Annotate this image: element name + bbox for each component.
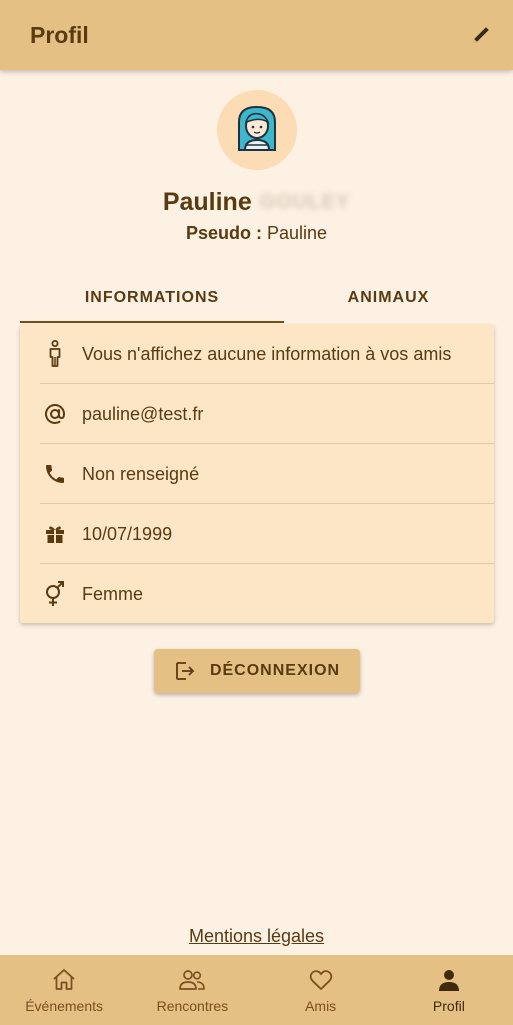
nav-label: Amis [305, 998, 337, 1014]
list-item-visibility[interactable]: Vous n'affichez aucune information à vos… [20, 324, 494, 384]
person-icon [438, 970, 459, 991]
email-text: pauline@test.fr [82, 403, 204, 424]
birthday-text: 10/07/1999 [82, 523, 173, 544]
page-title: Profil [30, 21, 89, 48]
info-card: Vous n'affichez aucune information à vos… [20, 324, 494, 623]
list-item-phone[interactable]: Non renseigné [20, 444, 494, 504]
profile-tabs: INFORMATIONS ANIMAUX [20, 272, 493, 324]
list-item-birthday[interactable]: 10/07/1999 [20, 504, 494, 564]
pseudo-label: Pseudo : [185, 223, 262, 243]
profile-name: Pauline GOULEY [0, 188, 513, 217]
at-sign-icon [42, 401, 68, 427]
logout-button[interactable]: DÉCONNEXION [154, 649, 360, 693]
phone-icon [42, 461, 68, 487]
logout-icon [176, 662, 195, 680]
first-name: Pauline [162, 188, 252, 216]
gift-icon [42, 521, 68, 547]
pencil-icon [473, 27, 489, 43]
tab-informations[interactable]: INFORMATIONS [20, 272, 284, 324]
nav-label: Événements [25, 998, 104, 1014]
heart-icon [309, 970, 332, 990]
nav-label: Rencontres [156, 998, 229, 1014]
woman-avatar-icon [238, 105, 276, 151]
people-icon [179, 970, 206, 990]
home-icon [53, 969, 75, 990]
gender-icon [42, 581, 68, 607]
list-item-gender[interactable]: Femme [20, 564, 494, 624]
edit-profile-button[interactable] [467, 21, 495, 49]
tab-animaux[interactable]: ANIMAUX [284, 272, 493, 324]
pseudo-value: Pauline [266, 223, 328, 243]
app-bar: Profil [0, 0, 513, 70]
nav-label: Profil [432, 998, 465, 1014]
pseudo-row: Pseudo : Pauline [0, 223, 513, 244]
list-item-email[interactable]: pauline@test.fr [20, 384, 494, 444]
gender-text: Femme [82, 583, 144, 604]
nav-item-evenements[interactable]: Événements [0, 955, 128, 1025]
bottom-nav: Événements Rencontres Amis Profil [0, 955, 513, 1025]
avatar[interactable] [217, 90, 297, 170]
last-name-blurred: GOULEY [259, 191, 351, 213]
logout-label: DÉCONNEXION [209, 662, 341, 679]
legal-mentions-link[interactable]: Mentions légales [0, 926, 513, 947]
nav-item-rencontres[interactable]: Rencontres [128, 955, 256, 1025]
phone-text: Non renseigné [82, 463, 200, 484]
nav-item-amis[interactable]: Amis [257, 955, 385, 1025]
nav-item-profil[interactable]: Profil [385, 955, 513, 1025]
visibility-text: Vous n'affichez aucune information à vos… [82, 343, 452, 364]
person-standing-icon [42, 340, 68, 367]
tab-indicator [20, 321, 284, 323]
